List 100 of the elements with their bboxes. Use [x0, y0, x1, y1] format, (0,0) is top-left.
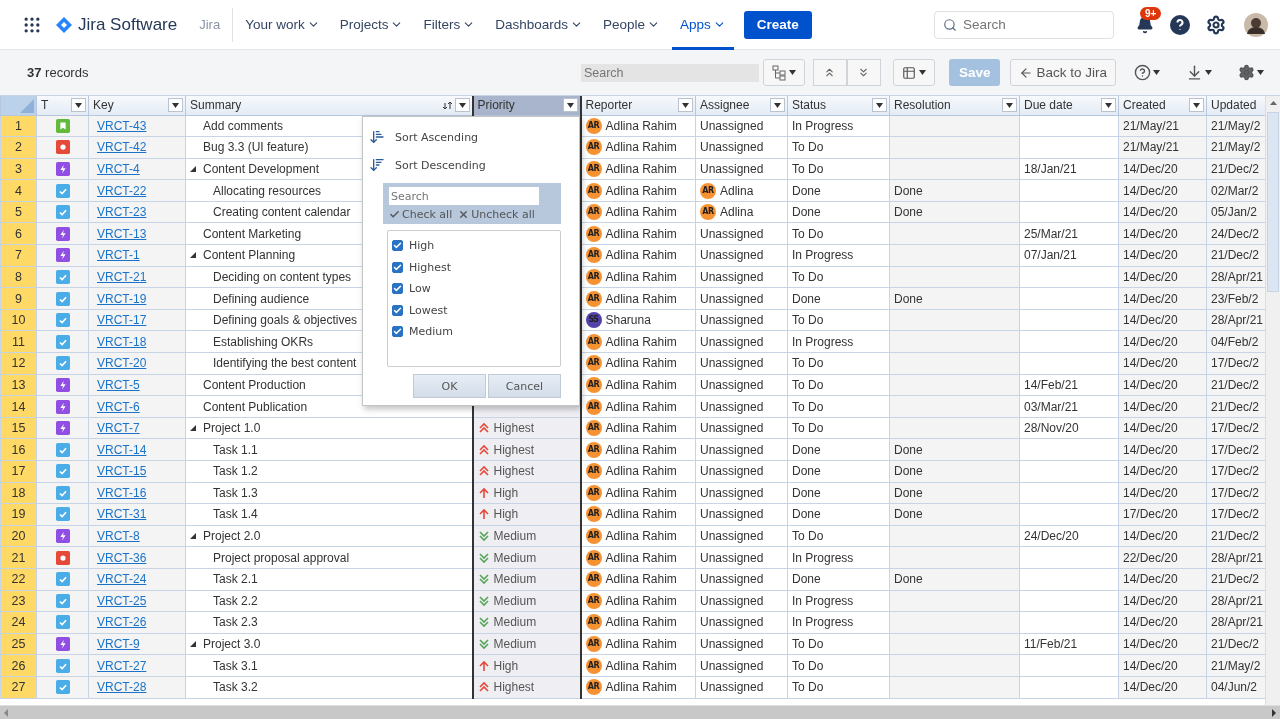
caret-icon	[172, 102, 179, 108]
updated-date-text: 28/Apr/21	[1211, 269, 1264, 284]
filter-search-field[interactable]: Search	[389, 187, 539, 205]
uncheck-all-button[interactable]: Uncheck all	[458, 208, 535, 221]
person-name: Unassigned	[700, 615, 764, 630]
status-text: Done	[792, 291, 821, 306]
column-filter-button[interactable]	[1189, 98, 1204, 113]
caret-icon	[918, 70, 926, 75]
caret-icon	[1006, 102, 1013, 108]
column-filter-button[interactable]	[168, 98, 183, 113]
row-number: 9	[0, 287, 37, 310]
nav-menu-item[interactable]: Dashboards	[487, 0, 591, 50]
avatar: AR	[585, 420, 602, 437]
caret-icon	[566, 102, 574, 108]
bug-issue-icon	[55, 550, 70, 565]
checkbox[interactable]	[392, 283, 403, 295]
sort-ascending-option[interactable]: Sort Ascending	[363, 123, 579, 151]
column-header[interactable]: Created	[1118, 96, 1207, 115]
person-name: Adlina Rahim	[605, 399, 677, 414]
column-header[interactable]: Key	[88, 96, 186, 115]
column-header[interactable]: Priority	[472, 96, 581, 115]
avatar: AR	[585, 268, 602, 285]
avatar: AR	[585, 204, 602, 221]
check-all-button[interactable]: Check all	[389, 208, 453, 221]
person-name: Unassigned	[700, 118, 764, 133]
updated-date-text: 04/Jun/2	[1211, 680, 1258, 695]
scrollbar-thumb[interactable]	[1267, 112, 1279, 292]
created-date-text: 14/Dec/20	[1123, 593, 1178, 608]
horizontal-scrollbar[interactable]	[0, 705, 1280, 719]
column-filter-button[interactable]	[71, 98, 86, 113]
resolution-text: Done	[894, 183, 923, 198]
column-filter-button[interactable]	[678, 98, 693, 113]
product-name: Jira Software	[78, 14, 178, 35]
column-filter-button[interactable]	[1002, 98, 1017, 113]
column-header[interactable]: Assignee	[695, 96, 788, 115]
checkbox[interactable]	[392, 240, 403, 252]
nav-menu-item[interactable]: People	[595, 0, 669, 50]
corner-triangle-icon	[20, 98, 34, 113]
vertical-scrollbar[interactable]	[1265, 96, 1280, 705]
user-avatar[interactable]	[1244, 12, 1268, 37]
search-field[interactable]: Search	[934, 10, 1114, 39]
row-number: 18	[0, 482, 37, 504]
nav-menu-item[interactable]: Your work	[237, 0, 328, 50]
person-name: Unassigned	[700, 248, 764, 263]
settings-menu-button[interactable]	[1236, 62, 1266, 83]
ok-button[interactable]: OK	[413, 374, 486, 398]
nav-menu-item[interactable]: Projects	[331, 0, 412, 50]
back-button[interactable]: Back to Jira	[1010, 59, 1116, 86]
create-button[interactable]: Create	[743, 10, 812, 39]
column-header[interactable]: Resolution	[889, 96, 1020, 115]
help-menu-button[interactable]	[1132, 62, 1162, 83]
priority-text: Medium	[493, 593, 537, 608]
column-filter-button[interactable]	[562, 98, 578, 113]
column-header[interactable]: Updated	[1206, 96, 1265, 115]
checkbox[interactable]	[392, 326, 403, 338]
status-text: In Progress	[792, 550, 854, 565]
double-chevron-down-icon	[477, 551, 490, 564]
search-field[interactable]: Search	[580, 63, 759, 82]
avatar: AR	[585, 636, 602, 653]
status-text: To Do	[792, 140, 824, 155]
collapse-toggle[interactable]	[190, 166, 199, 172]
updated-date-text: 21/May/2	[1211, 118, 1261, 133]
person-name: Adlina Rahim	[605, 118, 677, 133]
updated-date-text: 21/Dec/2	[1211, 399, 1260, 414]
summary-text: Identifying the best content	[213, 356, 357, 371]
row-number: 23	[0, 590, 37, 612]
column-filter-button[interactable]	[454, 98, 470, 113]
collapse-toggle[interactable]	[190, 641, 199, 648]
column-filter-button[interactable]	[770, 98, 785, 113]
triangle-icon	[190, 641, 196, 648]
hierarchy-button[interactable]	[762, 59, 805, 86]
sort-descending-option[interactable]: Sort Descending	[363, 151, 579, 179]
tree-structure-icon	[771, 64, 786, 81]
checkbox[interactable]	[392, 304, 403, 316]
column-header[interactable]: T	[36, 96, 89, 115]
cancel-button[interactable]: Cancel	[488, 374, 561, 398]
created-date-text: 14/Dec/20	[1123, 615, 1178, 630]
collapse-toggle[interactable]	[190, 252, 199, 259]
created-date-text: 14/Dec/20	[1123, 162, 1178, 176]
person-name: Unassigned	[700, 291, 764, 306]
status-text: To Do	[792, 377, 824, 392]
column-filter-button[interactable]	[872, 98, 887, 113]
person-name: Unassigned	[700, 313, 764, 328]
person-name: Adlina Rahim	[605, 637, 677, 652]
settings-icon	[1238, 64, 1255, 81]
columns-button[interactable]	[892, 59, 935, 86]
updated-date-text: 17/Dec/2	[1211, 485, 1260, 500]
checkbox[interactable]	[392, 261, 403, 273]
column-header[interactable]: Reporter	[580, 96, 696, 115]
column-header[interactable]: Status	[787, 96, 890, 115]
nav-menu-item[interactable]: Filters	[415, 0, 484, 50]
caret-icon	[1105, 102, 1112, 108]
column-filter-button[interactable]	[1101, 98, 1116, 113]
collapse-toggle[interactable]	[190, 533, 199, 540]
column-header[interactable]: Summary	[185, 96, 473, 115]
status-text: To Do	[792, 269, 824, 284]
column-header[interactable]: Due date	[1019, 96, 1119, 115]
person-name: Adlina Rahim	[605, 291, 677, 306]
avatar: AR	[585, 376, 602, 393]
collapse-toggle[interactable]	[190, 425, 199, 432]
